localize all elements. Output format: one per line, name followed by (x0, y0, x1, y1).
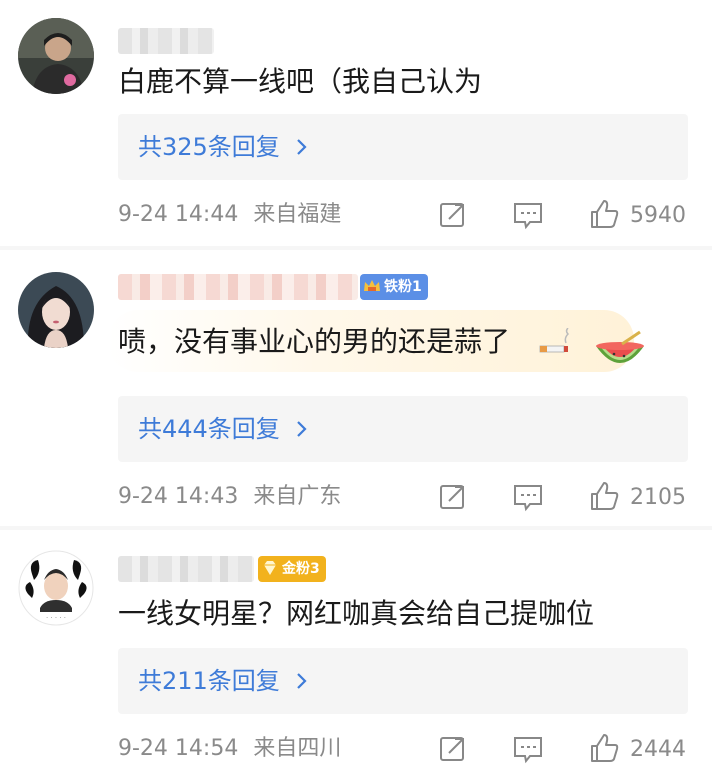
comment-icon[interactable] (512, 735, 544, 765)
chevron-right-icon (297, 673, 307, 689)
fan-badge: 铁粉1 (360, 274, 428, 300)
replies-button[interactable]: 共325条回复 (118, 114, 688, 180)
like-count: 2105 (630, 485, 686, 510)
timestamp: 9-24 14:44 (118, 202, 239, 227)
avatar[interactable] (18, 18, 94, 94)
replies-label: 共444条回复 (138, 415, 280, 443)
location: 来自广东 (253, 484, 342, 509)
forward-icon[interactable] (438, 734, 468, 764)
comment-text: 一线女明星？网红咖真会给自己提咖位 (118, 597, 595, 630)
comment-item: · · · · · 金粉3 一线女明星？网红咖真会给自己提咖位 共211条回复 … (0, 530, 712, 784)
badge-label: 铁粉1 (384, 279, 422, 295)
comment-meta: 9-24 14:44 来自福建 (118, 200, 341, 230)
comment-icon[interactable] (512, 483, 544, 513)
timestamp: 9-24 14:43 (118, 484, 239, 509)
like-icon[interactable] (588, 480, 620, 512)
comment-text: 啧，没有事业心的男的还是蒜了 (118, 325, 511, 358)
location: 来自福建 (253, 202, 342, 227)
comment-text: 白鹿不算一线吧（我自己认为 (118, 65, 483, 98)
comment-item: 铁粉1 啧，没有事业心的男的还是蒜了 共444条回复 9-24 14:43 来自… (0, 250, 712, 530)
like-count: 5940 (630, 203, 686, 228)
like-count: 2444 (630, 737, 686, 762)
username-blurred[interactable] (118, 556, 254, 582)
diamond-icon (264, 561, 276, 575)
crown-icon (364, 280, 380, 291)
forward-icon[interactable] (438, 482, 468, 512)
avatar[interactable] (18, 272, 94, 348)
chevron-right-icon (297, 139, 307, 155)
avatar[interactable]: · · · · · (18, 550, 94, 626)
like-icon[interactable] (588, 732, 620, 764)
username-blurred[interactable] (118, 28, 214, 54)
comment-item: 白鹿不算一线吧（我自己认为 共325条回复 9-24 14:44 来自福建 59… (0, 0, 712, 250)
replies-button[interactable]: 共211条回复 (118, 648, 688, 714)
timestamp: 9-24 14:54 (118, 736, 239, 761)
forward-icon[interactable] (438, 200, 468, 230)
username-blurred[interactable] (118, 274, 358, 300)
comment-icon[interactable] (512, 201, 544, 231)
chevron-right-icon (297, 421, 307, 437)
badge-label: 金粉3 (282, 561, 320, 577)
comment-meta: 9-24 14:43 来自广东 (118, 482, 341, 512)
svg-text:· · · · ·: · · · · · (46, 614, 66, 622)
comment-meta: 9-24 14:54 来自四川 (118, 734, 341, 764)
cigarette-emoji (538, 327, 572, 362)
replies-label: 共211条回复 (138, 667, 280, 695)
watermelon-emoji (594, 330, 646, 376)
location: 来自四川 (253, 736, 342, 761)
replies-button[interactable]: 共444条回复 (118, 396, 688, 462)
fan-badge: 金粉3 (258, 556, 326, 582)
like-icon[interactable] (588, 198, 620, 230)
replies-label: 共325条回复 (138, 133, 280, 161)
